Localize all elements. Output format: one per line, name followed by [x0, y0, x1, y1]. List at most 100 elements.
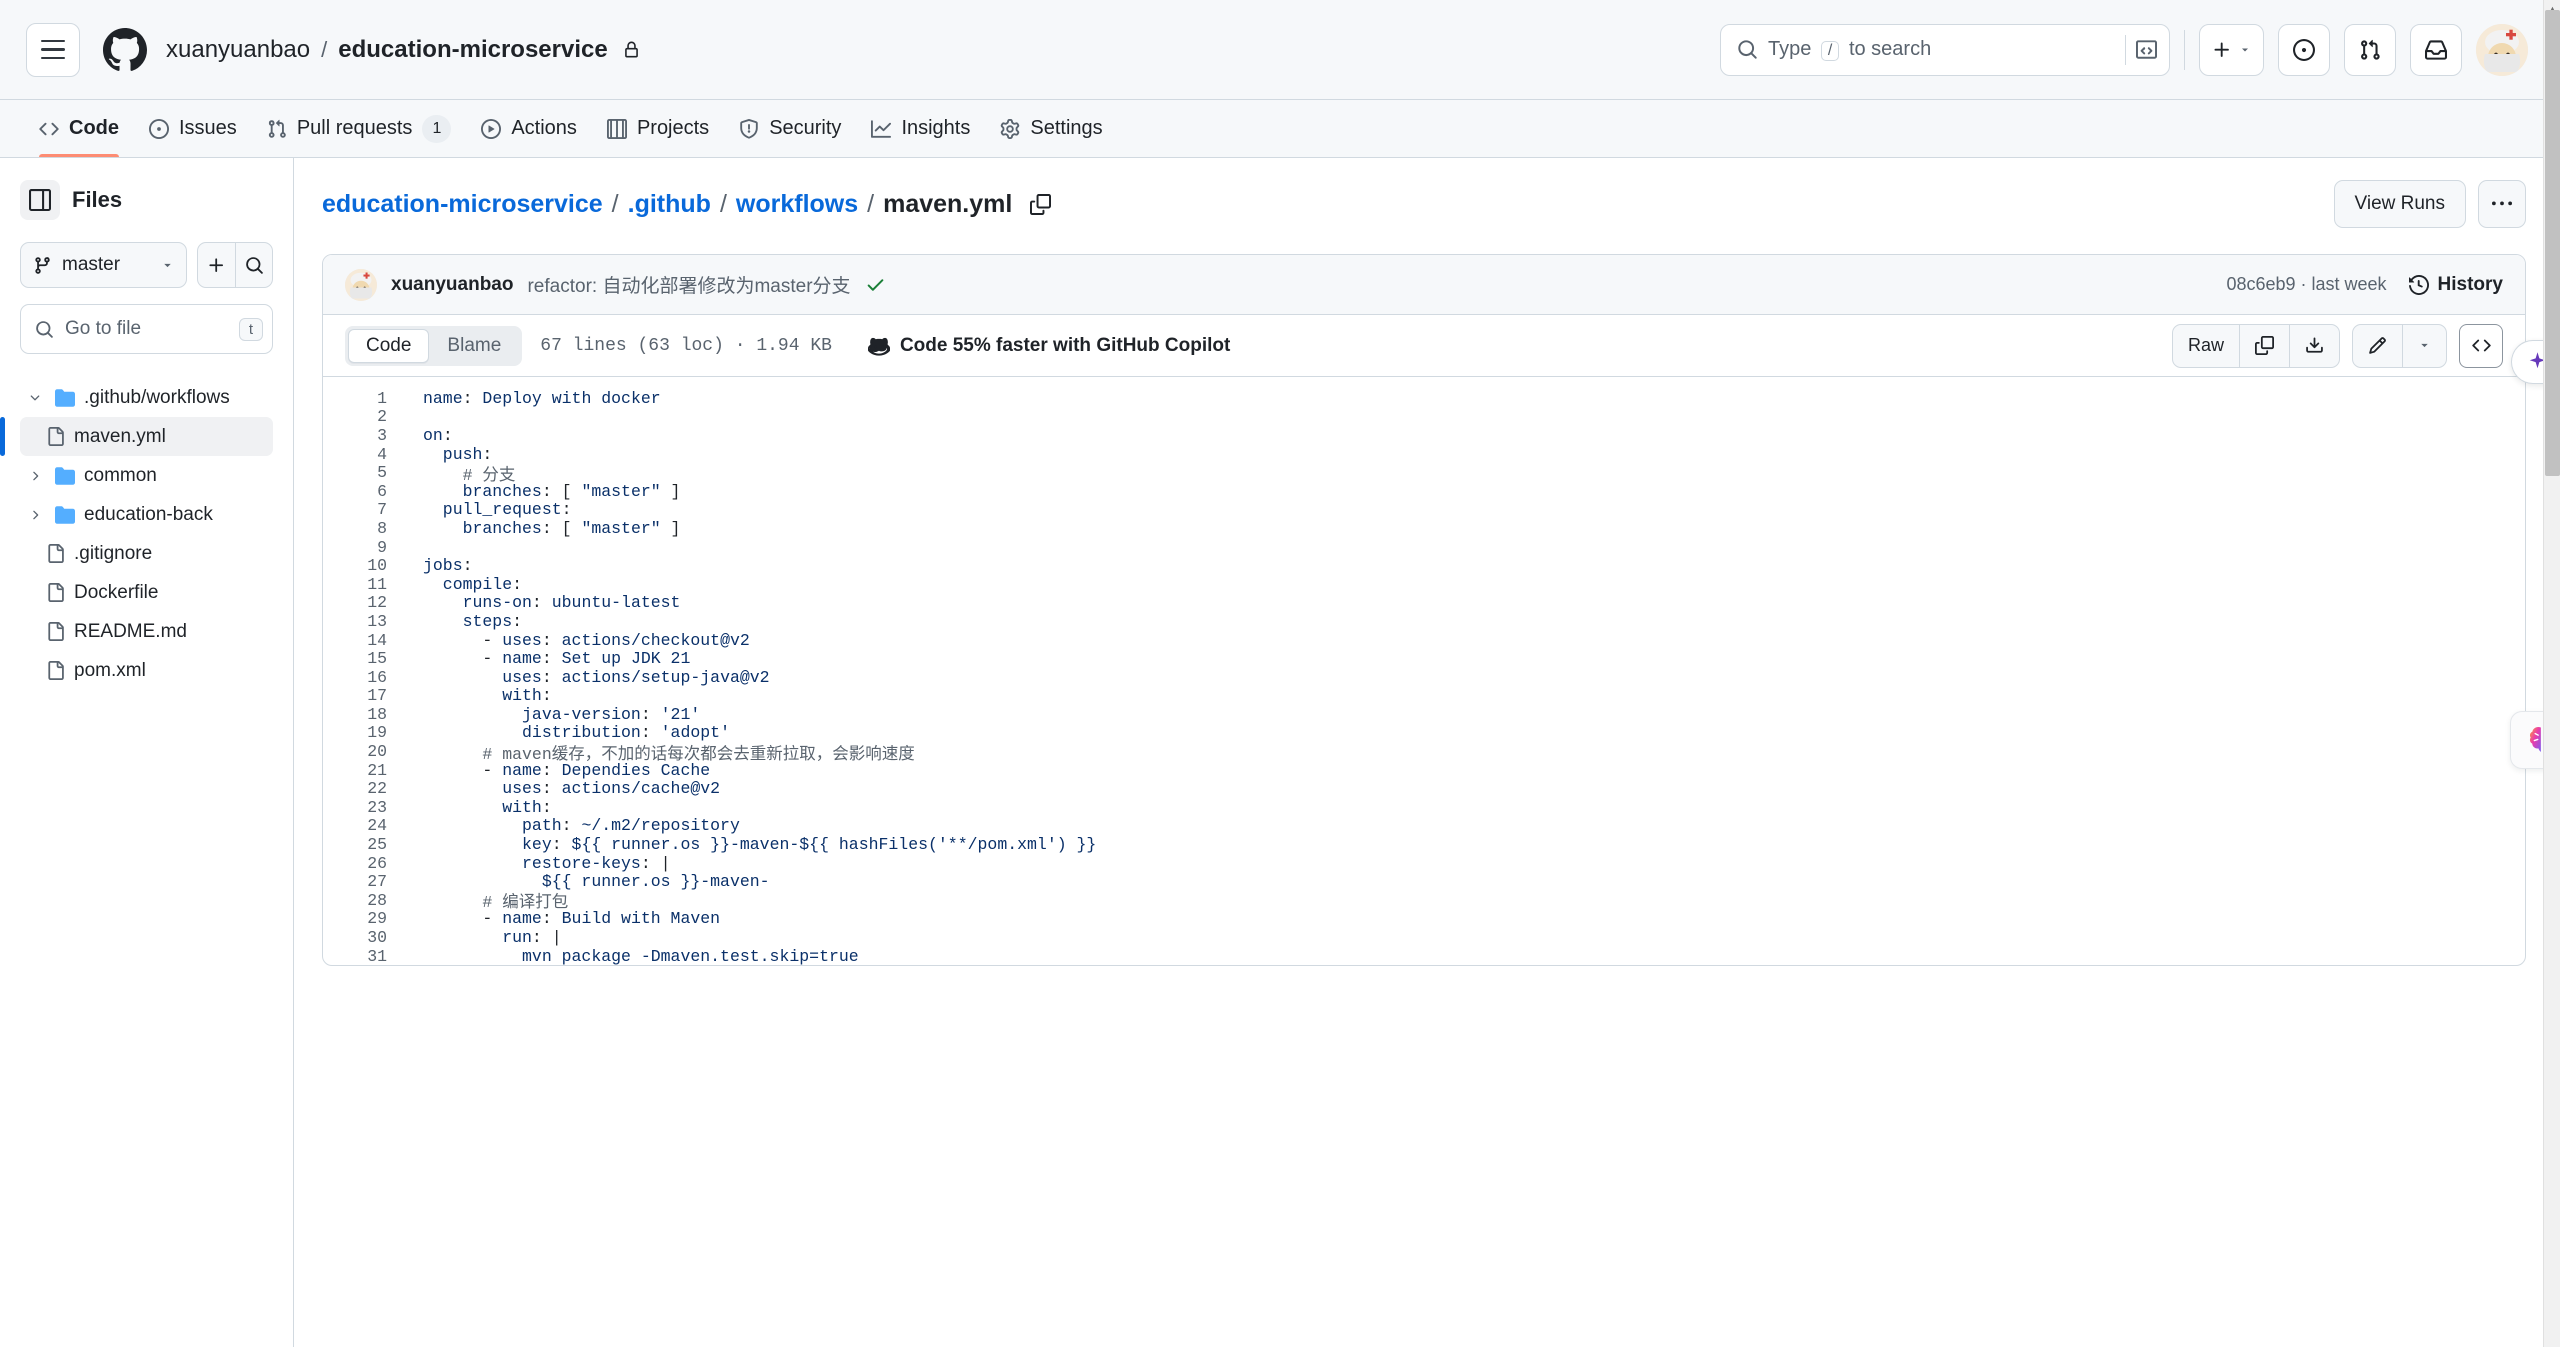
code-line: 14 - uses: actions/checkout@v2 [323, 631, 2525, 650]
slash-key-badge: / [1821, 41, 1839, 61]
github-logo-icon[interactable] [98, 23, 152, 77]
tree-file-gitignore[interactable]: .gitignore [20, 534, 273, 573]
code-line-text: uses: actions/setup-java@v2 [409, 668, 770, 687]
tab-settings[interactable]: Settings [987, 100, 1115, 157]
tab-pull-requests[interactable]: Pull requests 1 [254, 100, 465, 157]
tree-folder-github-workflows[interactable]: .github/workflows [20, 378, 273, 417]
tree-file-readme[interactable]: README.md [20, 612, 273, 651]
code-token: Deploy with docker [482, 389, 660, 408]
pull-requests-button[interactable] [2344, 24, 2396, 76]
add-file-button[interactable] [198, 243, 235, 287]
code-line: 22 uses: actions/cache@v2 [323, 779, 2525, 798]
line-number[interactable]: 1 [323, 389, 409, 408]
breadcrumb-repo[interactable]: education-microservice [338, 36, 607, 64]
line-number[interactable]: 20 [323, 742, 409, 761]
scrollbar-thumb[interactable] [2545, 10, 2560, 476]
tab-security[interactable]: Security [726, 100, 854, 157]
line-number[interactable]: 11 [323, 575, 409, 594]
history-label: History [2438, 274, 2503, 296]
tab-projects[interactable]: Projects [594, 100, 722, 157]
line-number[interactable]: 19 [323, 723, 409, 742]
tab-code-view[interactable]: Code [348, 329, 429, 363]
check-icon[interactable] [865, 274, 886, 295]
line-number[interactable]: 21 [323, 761, 409, 780]
line-number[interactable]: 7 [323, 500, 409, 519]
line-number[interactable]: 13 [323, 612, 409, 631]
code-line: 30 run: | [323, 928, 2525, 947]
line-number[interactable]: 24 [323, 816, 409, 835]
commit-message[interactable]: refactor: 自动化部署修改为master分支 [527, 271, 850, 298]
code-token: actions/cache@v2 [562, 779, 720, 798]
chevron-down-icon [24, 391, 46, 405]
tree-item-label: .gitignore [74, 543, 152, 565]
copy-raw-content-button[interactable] [2239, 325, 2289, 367]
toggle-sidebar-button[interactable] [20, 180, 60, 220]
breadcrumb-workflows-link[interactable]: workflows [736, 190, 858, 219]
line-number[interactable]: 8 [323, 519, 409, 538]
tree-file-maven-yml[interactable]: maven.yml [20, 417, 273, 456]
download-raw-file-button[interactable] [2289, 325, 2339, 367]
tree-file-pom-xml[interactable]: pom.xml [20, 651, 273, 690]
go-to-file-input[interactable]: Go to file t [20, 304, 273, 354]
branch-selector[interactable]: master [20, 242, 187, 288]
commit-hash-and-time[interactable]: 08c6eb9 · last week [2226, 274, 2386, 295]
line-number[interactable]: 17 [323, 686, 409, 705]
line-number[interactable]: 4 [323, 445, 409, 464]
line-number[interactable]: 16 [323, 668, 409, 687]
breadcrumb-github-link[interactable]: .github [628, 190, 711, 219]
line-number[interactable]: 29 [323, 909, 409, 928]
tab-code[interactable]: Code [26, 100, 132, 157]
history-link[interactable]: History [2409, 274, 2503, 296]
copy-path-icon[interactable] [1030, 194, 1051, 215]
line-number[interactable]: 14 [323, 631, 409, 650]
copilot-banner[interactable]: Code 55% faster with GitHub Copilot [868, 335, 1230, 357]
search-input[interactable]: Type / to search [1720, 24, 2170, 76]
line-number[interactable]: 18 [323, 705, 409, 724]
edit-dropdown-button[interactable] [2402, 325, 2446, 367]
line-number[interactable]: 5 [323, 463, 409, 482]
raw-button[interactable]: Raw [2173, 325, 2239, 367]
symbols-panel-button[interactable] [2459, 324, 2503, 368]
code-token: uses [502, 631, 542, 650]
line-number[interactable]: 23 [323, 798, 409, 817]
line-number[interactable]: 25 [323, 835, 409, 854]
tab-insights[interactable]: Insights [858, 100, 983, 157]
code-token: with [423, 686, 542, 705]
line-number[interactable]: 31 [323, 947, 409, 966]
notifications-inbox-button[interactable] [2410, 24, 2462, 76]
line-number[interactable]: 12 [323, 593, 409, 612]
breadcrumb-owner[interactable]: xuanyuanbao [166, 36, 310, 64]
line-number[interactable]: 6 [323, 482, 409, 501]
line-number[interactable]: 15 [323, 649, 409, 668]
issues-button[interactable] [2278, 24, 2330, 76]
line-number[interactable]: 27 [323, 872, 409, 891]
breadcrumb-repo-link[interactable]: education-microservice [322, 190, 603, 219]
more-options-button[interactable] [2478, 180, 2526, 228]
tree-folder-common[interactable]: common [20, 456, 273, 495]
line-number[interactable]: 22 [323, 779, 409, 798]
line-number[interactable]: 9 [323, 538, 409, 557]
line-number[interactable]: 30 [323, 928, 409, 947]
commit-author-name[interactable]: xuanyuanbao [391, 274, 513, 296]
search-files-button[interactable] [235, 243, 272, 287]
commit-author-avatar[interactable] [345, 269, 377, 301]
line-number[interactable]: 26 [323, 854, 409, 873]
tab-blame-view[interactable]: Blame [429, 329, 519, 363]
page-scrollbar[interactable]: ▲ [2543, 0, 2560, 1347]
tree-file-dockerfile[interactable]: Dockerfile [20, 573, 273, 612]
tab-actions[interactable]: Actions [468, 100, 590, 157]
user-avatar[interactable] [2476, 24, 2528, 76]
hamburger-menu-button[interactable] [26, 23, 80, 77]
line-number[interactable]: 28 [323, 891, 409, 910]
tree-folder-education-back[interactable]: education-back [20, 495, 273, 534]
copilot-icon [868, 335, 890, 357]
tab-issues[interactable]: Issues [136, 100, 250, 157]
line-number[interactable]: 10 [323, 556, 409, 575]
code-content[interactable]: 1name: Deploy with docker23on:4 push:5 #… [323, 377, 2525, 965]
line-number[interactable]: 2 [323, 407, 409, 426]
view-runs-button[interactable]: View Runs [2334, 180, 2466, 228]
command-palette-icon[interactable] [2125, 35, 2157, 65]
line-number[interactable]: 3 [323, 426, 409, 445]
create-new-button[interactable] [2199, 24, 2264, 76]
edit-file-button[interactable] [2353, 325, 2402, 367]
